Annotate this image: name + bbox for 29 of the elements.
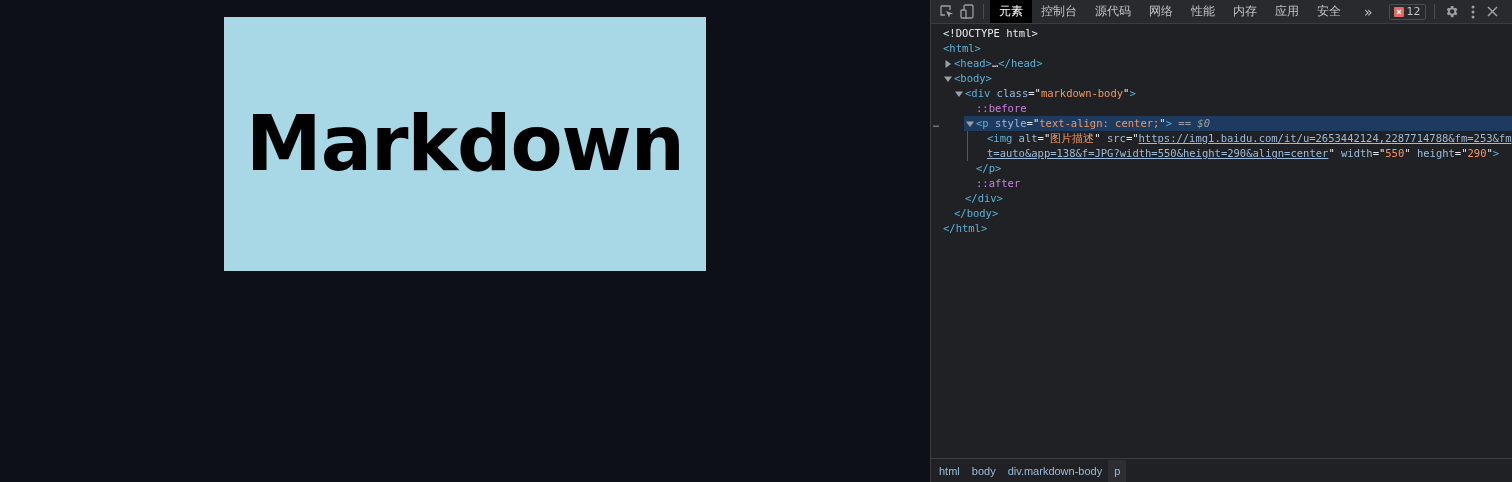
more-tabs-button[interactable]: » (1358, 0, 1379, 23)
tab[interactable]: 元素 (990, 0, 1032, 23)
code-line: </body> (954, 206, 999, 221)
tab[interactable]: 控制台 (1032, 0, 1086, 23)
row-actions[interactable]: … (933, 116, 940, 131)
code-line: <div class="markdown-body"> (965, 86, 1136, 101)
tab[interactable]: 安全 (1308, 0, 1350, 23)
tab[interactable]: 内存 (1224, 0, 1266, 23)
code-line: <p style="text-align: center;"> == $0 (976, 116, 1210, 131)
breadcrumb[interactable]: p (1108, 459, 1127, 482)
code-line: ::before (976, 101, 1027, 116)
code-line: <html> (943, 41, 981, 56)
tab[interactable]: 源代码 (1086, 0, 1140, 23)
tab[interactable]: 网络 (1140, 0, 1182, 23)
code-line: </div> (965, 191, 1003, 206)
code-line: <img alt="图片描述" src="https://img1.baidu.com/it/u=2653442124,2287714788&fm=253&fmt=auto&app=138&f=JPG?width=550&height=290&align=center" width="550" height="290"> (987, 131, 1512, 161)
banner-text: Markdown (246, 106, 684, 182)
code-line: </p> (976, 161, 1002, 176)
tab[interactable]: 应用 (1266, 0, 1308, 23)
breadcrumb[interactable]: html (933, 459, 966, 482)
tab[interactable]: 性能 (1182, 0, 1224, 23)
code-line: <head>…</head> (954, 56, 1043, 71)
code-line: <!DOCTYPE html> (943, 26, 1038, 41)
issues-badge[interactable]: 12 (1388, 3, 1426, 20)
breadcrumb[interactable]: body (965, 459, 1002, 482)
code-line: <body> (954, 71, 992, 86)
code-line: </html> (943, 221, 988, 236)
breadcrumb[interactable]: div.markdown-body (1001, 459, 1109, 482)
code-line: ::after (976, 176, 1021, 191)
